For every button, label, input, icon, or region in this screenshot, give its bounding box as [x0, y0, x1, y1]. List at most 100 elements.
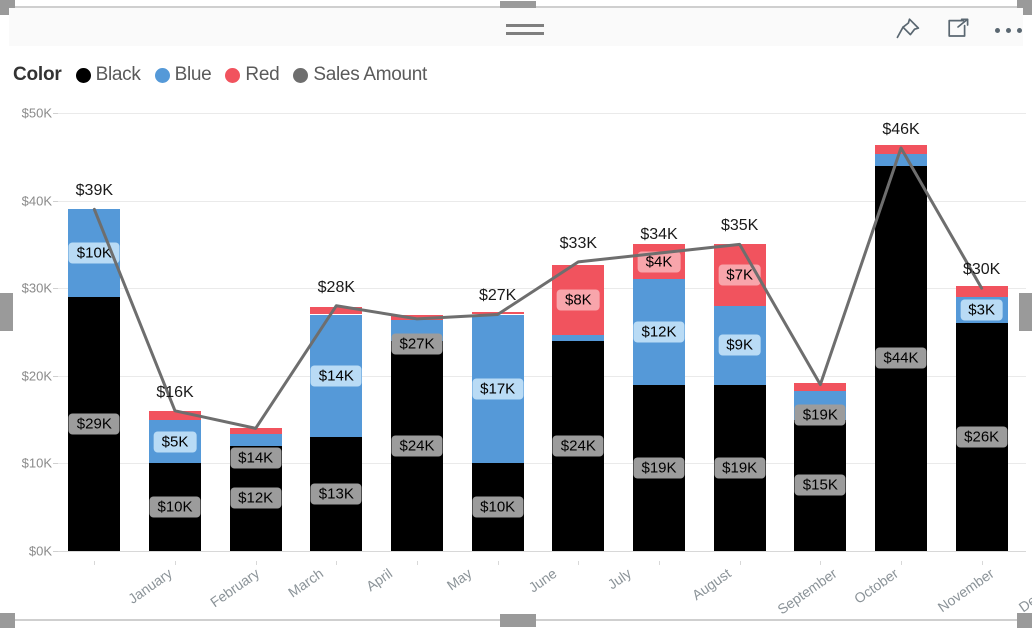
bar-column[interactable]: $26K $3K: [955, 286, 1008, 551]
bar-column[interactable]: $13K $14K: [310, 306, 363, 551]
bar-segment-blue[interactable]: $9K: [713, 305, 766, 385]
bar-segment-black[interactable]: $13K: [310, 437, 363, 551]
more-dot: [1017, 28, 1022, 33]
bar-segment-red[interactable]: [794, 382, 847, 391]
bar-segment-label: $17K: [472, 378, 524, 400]
x-axis-tick-label[interactable]: October: [851, 565, 901, 607]
x-axis-tickmark: [659, 561, 660, 565]
x-axis-tick-label[interactable]: December: [1015, 565, 1032, 615]
bar-segment-red[interactable]: $7K: [713, 244, 766, 306]
x-axis: January February March April May June July Augu…: [58, 561, 1032, 632]
y-axis-tick-label: $50K: [21, 105, 52, 121]
x-axis-tick-label[interactable]: July: [605, 565, 635, 592]
bar-segment-black[interactable]: $44K: [875, 165, 927, 551]
bar-segment-blue[interactable]: [552, 334, 605, 341]
x-axis-tick-label[interactable]: March: [285, 565, 326, 600]
bar-segment-red[interactable]: [149, 410, 201, 420]
bars-layer: $29K $10K $10K $5K $12K $13K $14K $24K $10K $17K $…: [58, 95, 1026, 560]
bar-column[interactable]: $12K: [229, 427, 282, 551]
bar-segment-red[interactable]: [955, 286, 1008, 297]
bar-segment-red[interactable]: [310, 306, 363, 315]
bar-segment-blue[interactable]: [229, 433, 282, 446]
bar-segment-red[interactable]: $8K: [552, 264, 605, 335]
bar-segment-black[interactable]: $12K: [229, 445, 282, 551]
bar-column[interactable]: $15K: [794, 382, 847, 551]
bar-column[interactable]: $24K $8K: [552, 262, 605, 551]
x-axis-tick-label[interactable]: November: [935, 565, 997, 615]
visual-header: [9, 8, 1023, 46]
y-axis-tick-label: $10K: [21, 455, 52, 471]
x-axis-tick-label[interactable]: February: [207, 565, 262, 610]
bar-column[interactable]: $24K: [391, 314, 443, 551]
bar-segment-black[interactable]: $10K: [149, 463, 201, 551]
x-axis-tickmark: [417, 561, 418, 565]
bar-segment-blue[interactable]: $5K: [149, 419, 201, 464]
power-bi-visual-container: Color Black Blue Red Sales Amount $0K $10K $2…: [0, 0, 1032, 632]
x-axis-tickmark: [578, 561, 580, 565]
bar-segment-black[interactable]: $26K: [955, 323, 1008, 551]
y-axis-tick-label: $0K: [28, 543, 52, 559]
bar-segment-red[interactable]: [229, 427, 282, 434]
bar-column[interactable]: $10K $5K: [149, 410, 201, 551]
bar-segment-black[interactable]: $24K: [552, 340, 605, 551]
bar-segment-label: $10K: [68, 242, 120, 264]
x-axis-tickmark: [336, 561, 338, 565]
bar-column[interactable]: $10K $17K: [471, 311, 524, 551]
legend-item-black[interactable]: Black: [75, 64, 141, 86]
focus-icon[interactable]: [944, 16, 974, 42]
bar-segment-black[interactable]: $29K: [68, 296, 121, 551]
x-axis-tick-label[interactable]: September: [774, 565, 839, 617]
more-options-icon[interactable]: [993, 16, 1031, 42]
legend-item-label: Blue: [174, 64, 212, 85]
bar-segment-blue[interactable]: $14K: [310, 314, 363, 438]
legend-item-blue[interactable]: Blue: [154, 64, 212, 86]
bar-segment-blue[interactable]: $12K: [633, 279, 685, 385]
bar-column[interactable]: $29K $10K: [68, 209, 121, 551]
legend-swatch-icon: [154, 67, 170, 83]
bar-segment-red[interactable]: [875, 144, 927, 155]
bar-segment-red[interactable]: [391, 314, 443, 320]
bar-segment-black[interactable]: $19K: [633, 384, 685, 551]
pin-icon[interactable]: [893, 16, 923, 42]
legend-swatch-icon: [293, 67, 309, 83]
bar-segment-black[interactable]: $10K: [471, 463, 524, 551]
x-axis-tick-label[interactable]: May: [444, 565, 475, 593]
bar-segment-blue[interactable]: [794, 390, 847, 420]
bar-segment-label: $8K: [556, 289, 600, 311]
x-axis-tick-label[interactable]: January: [125, 565, 175, 607]
bar-segment-label: $19K: [633, 457, 685, 479]
bar-segment-blue[interactable]: $10K: [68, 209, 121, 297]
legend-swatch-icon: [225, 67, 241, 83]
bar-column[interactable]: $19K $12K $4K: [633, 244, 685, 551]
bar-segment-blue[interactable]: $17K: [471, 314, 524, 464]
x-axis-tick-label[interactable]: August: [689, 565, 734, 603]
bar-segment-black[interactable]: $15K: [794, 419, 847, 551]
bar-segment-blue[interactable]: $3K: [955, 296, 1008, 324]
y-axis-tick-label: $30K: [21, 280, 52, 296]
x-axis-tickmark: [739, 561, 741, 565]
bar-segment-blue[interactable]: [391, 319, 443, 341]
x-axis-tick-label[interactable]: April: [363, 565, 395, 594]
bar-segment-label: $10K: [149, 496, 201, 518]
bar-segment-black[interactable]: $19K: [713, 384, 766, 551]
bar-segment-red[interactable]: [471, 311, 524, 315]
bar-segment-label: $44K: [875, 347, 927, 369]
bar-segment-blue[interactable]: [875, 154, 927, 166]
bar-column[interactable]: $44K: [875, 144, 927, 551]
bar-segment-black[interactable]: $24K: [391, 340, 443, 551]
legend-item-label: Black: [95, 64, 141, 85]
bar-segment-label: $26K: [956, 426, 1008, 448]
drag-handle-icon[interactable]: [506, 24, 544, 35]
legend-item-label: Red: [245, 64, 280, 85]
legend-item-red[interactable]: Red: [225, 64, 280, 86]
x-axis-tickmark: [497, 561, 499, 565]
bar-segment-label: $15K: [794, 474, 846, 496]
x-axis-tick-label[interactable]: June: [525, 565, 559, 596]
bar-segment-red[interactable]: $4K: [633, 244, 685, 280]
bar-segment-label: $12K: [633, 321, 685, 343]
legend-items: Black Blue Red Sales Amount: [75, 64, 441, 86]
legend-item-sales-amount[interactable]: Sales Amount: [293, 64, 427, 86]
drag-handle-line: [506, 32, 544, 35]
bar-column[interactable]: $19K $9K $7K: [713, 244, 766, 551]
drag-handle-line: [506, 24, 544, 27]
